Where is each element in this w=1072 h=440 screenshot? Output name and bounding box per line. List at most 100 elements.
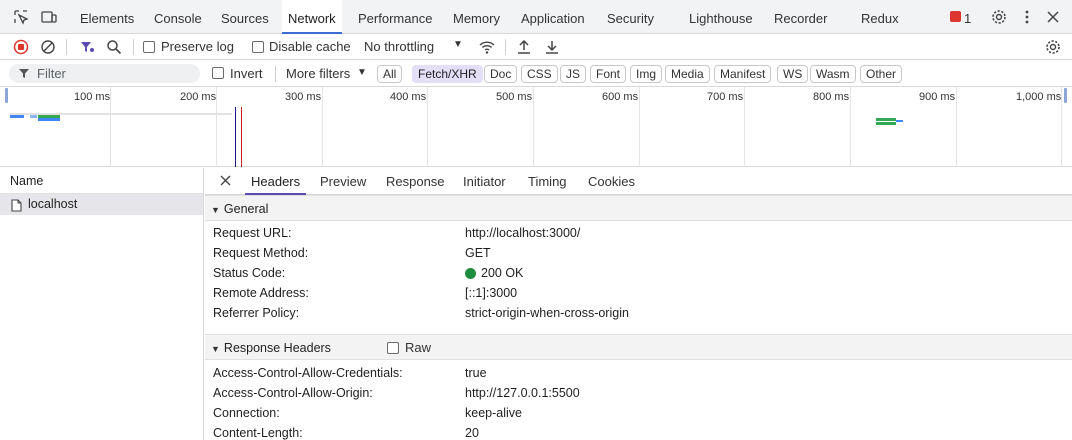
preserve-log-checkbox[interactable] (143, 41, 155, 53)
tab-network[interactable]: Network (282, 0, 342, 34)
tab-elements[interactable]: Elements (80, 0, 134, 34)
invert-checkbox[interactable] (212, 67, 224, 79)
waterfall-bar (876, 118, 896, 121)
tab-preview[interactable]: Preview (320, 168, 366, 195)
header-value: keep-alive (465, 406, 522, 420)
request-list-panel: Name localhost (0, 168, 204, 440)
filter-chip-fetch-xhr[interactable]: Fetch/XHR (412, 65, 483, 83)
tick-label: 100 ms (74, 91, 111, 103)
search-icon[interactable] (106, 39, 122, 55)
filter-chip-wasm[interactable]: Wasm (810, 65, 856, 83)
tab-recorder[interactable]: Recorder (774, 0, 827, 34)
name-column-header[interactable]: Name (0, 168, 203, 194)
response-headers-section-header[interactable]: ▼ Response Headers Raw (205, 334, 1072, 360)
header-value: GET (465, 246, 491, 260)
section-title: General (223, 202, 269, 216)
tick-label: 900 ms (919, 91, 956, 103)
grid-line (216, 87, 217, 167)
header-value: [::1]:3000 (465, 286, 518, 300)
filter-chip-css[interactable]: CSS (521, 65, 558, 83)
throttling-select[interactable]: No throttling (364, 39, 434, 54)
more-options-icon[interactable] (1019, 9, 1035, 25)
error-icon[interactable] (950, 11, 961, 22)
import-har-upload-icon[interactable] (516, 39, 532, 55)
tab-sources[interactable]: Sources (221, 0, 269, 34)
grid-line (533, 87, 534, 167)
tick-label: 500 ms (496, 91, 533, 103)
filter-chip-other[interactable]: Other (860, 65, 903, 83)
clear-icon[interactable] (40, 39, 56, 55)
tick-label: 400 ms (390, 91, 427, 103)
export-har-download-icon[interactable] (544, 39, 560, 55)
section-title: Response Headers (223, 341, 331, 355)
device-toolbar-icon[interactable] (41, 9, 57, 25)
filter-chip-manifest[interactable]: Manifest (714, 65, 772, 83)
chevron-down-icon[interactable]: ▼ (357, 67, 367, 78)
filter-chip-img[interactable]: Img (630, 65, 663, 83)
filter-chip-font[interactable]: Font (590, 65, 627, 83)
header-value: true (465, 366, 487, 380)
preserve-log-label[interactable]: Preserve log (161, 39, 234, 54)
disable-cache-label[interactable]: Disable cache (269, 39, 351, 54)
tab-performance[interactable]: Performance (358, 0, 432, 34)
header-value: http://localhost:3000/ (465, 226, 581, 240)
filter-input[interactable]: Filter (9, 64, 200, 83)
tab-redux[interactable]: Redux (861, 0, 899, 34)
inspect-element-icon[interactable] (13, 9, 29, 25)
header-key: Request URL: (213, 226, 292, 240)
raw-checkbox[interactable] (387, 342, 399, 354)
close-details-icon[interactable] (219, 174, 232, 190)
tab-timing[interactable]: Timing (528, 168, 567, 195)
document-icon (11, 198, 22, 219)
chevron-down-icon[interactable]: ▼ (453, 39, 463, 50)
filter-bar: Filter Invert More filters ▼ All Fetch/X… (0, 60, 1072, 87)
expand-triangle-icon: ▼ (211, 205, 220, 215)
error-count[interactable]: 1 (964, 0, 971, 37)
tab-security[interactable]: Security (607, 0, 654, 34)
divider (133, 39, 134, 55)
filter-chip-all[interactable]: All (377, 65, 403, 83)
tick-label: 300 ms (285, 91, 322, 103)
divider (66, 39, 67, 55)
filter-icon (18, 67, 30, 82)
tab-initiator[interactable]: Initiator (463, 168, 506, 195)
disable-cache-checkbox[interactable] (252, 41, 264, 53)
tab-lighthouse[interactable]: Lighthouse (689, 0, 753, 34)
filter-chip-doc[interactable]: Doc (484, 65, 518, 83)
tab-response[interactable]: Response (386, 168, 445, 195)
tick-label: 800 ms (813, 91, 850, 103)
settings-gear-icon[interactable] (991, 9, 1007, 25)
tab-cookies[interactable]: Cookies (588, 168, 635, 195)
tab-headers[interactable]: Headers (245, 168, 307, 195)
grid-line (322, 87, 323, 167)
request-row-localhost[interactable]: localhost (0, 194, 203, 215)
stop-recording-icon[interactable] (13, 39, 29, 55)
tab-console[interactable]: Console (154, 0, 202, 34)
invert-label[interactable]: Invert (230, 66, 263, 81)
filter-chip-media[interactable]: Media (665, 65, 710, 83)
close-devtools-icon[interactable] (1045, 9, 1061, 25)
details-tab-bar: Headers Preview Response Initiator Timin… (205, 168, 1072, 195)
divider (275, 66, 276, 82)
grid-line (956, 87, 957, 167)
grid-line (110, 87, 111, 167)
filter-chip-ws[interactable]: WS (777, 65, 809, 83)
overview-left-handle[interactable] (5, 88, 8, 103)
raw-label[interactable]: Raw (405, 335, 431, 361)
status-ok-dot-icon (465, 268, 476, 279)
tab-memory[interactable]: Memory (453, 0, 500, 34)
tab-application[interactable]: Application (521, 0, 585, 34)
header-key: Content-Length: (213, 426, 303, 440)
network-overview-timeline[interactable]: 100 ms 200 ms 300 ms 400 ms 500 ms 600 m… (0, 87, 1072, 167)
filter-funnel-icon[interactable] (79, 39, 95, 55)
general-section-header[interactable]: ▼ General (205, 195, 1072, 221)
overview-right-handle[interactable] (1064, 88, 1067, 103)
network-conditions-wifi-icon[interactable] (479, 39, 495, 55)
dom-content-loaded-line (235, 107, 236, 167)
network-settings-gear-icon[interactable] (1045, 39, 1061, 55)
waterfall-bar (38, 118, 60, 121)
grid-line (427, 87, 428, 167)
header-key: Connection: (213, 406, 280, 420)
filter-chip-js[interactable]: JS (560, 65, 587, 83)
more-filters-dropdown[interactable]: More filters (286, 66, 350, 81)
